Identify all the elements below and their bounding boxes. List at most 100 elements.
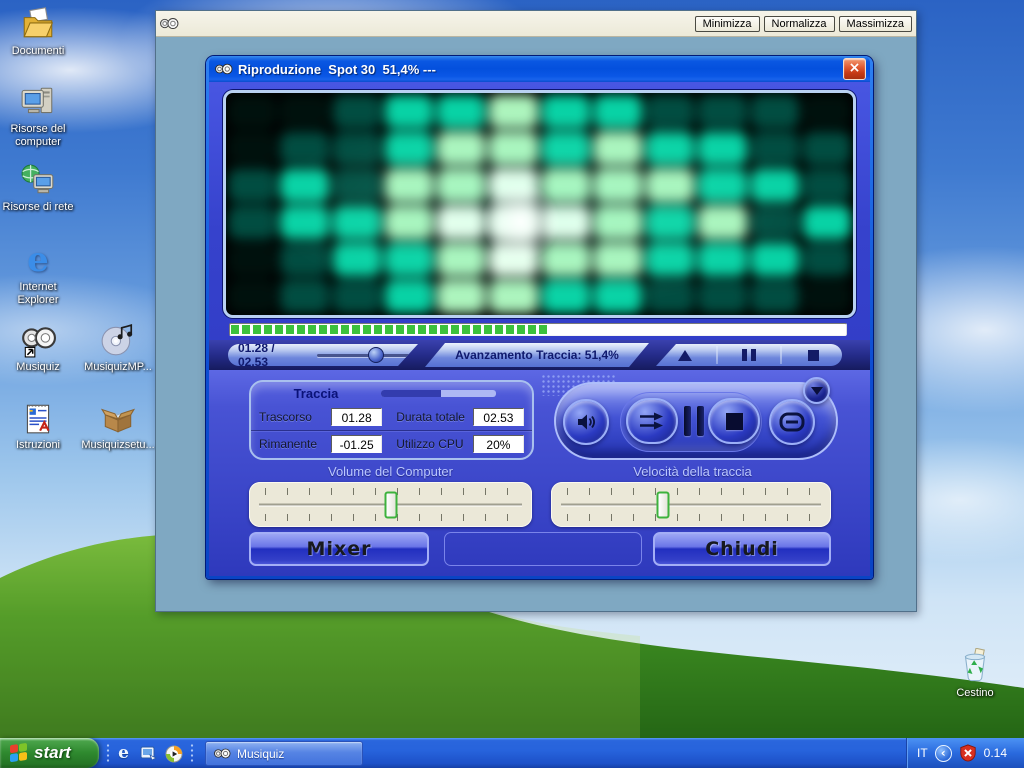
taskband-grip[interactable] [190, 743, 194, 763]
quicklaunch-wmp-button[interactable] [164, 744, 183, 763]
musiquiz-glasses-icon [160, 17, 179, 30]
advancement-pill: Avanzamento Traccia: 51,4% [425, 343, 649, 367]
desktop-icon-recycle-bin[interactable]: Cestino [937, 648, 1013, 700]
system-tray: IT ‹ 0.14 [906, 738, 1024, 768]
seek-slider-track[interactable] [317, 354, 420, 357]
taskbar: start e Musiquiz IT ‹ 0.14 [0, 738, 1024, 768]
volume-label: Volume del Computer [249, 464, 532, 479]
desktop-icon-istruzioni[interactable]: Istruzioni [0, 400, 76, 452]
stop-icon [726, 413, 743, 430]
speaker-icon [574, 410, 598, 434]
pause-button[interactable] [718, 346, 780, 364]
language-indicator[interactable]: IT [917, 746, 928, 760]
dialog-title: Riproduzione Spot 30 51,4% --- [238, 62, 843, 77]
my-computer-icon [20, 84, 56, 120]
pause-icon [742, 349, 756, 361]
volume-slider[interactable] [249, 482, 532, 527]
taskbar-clock: 0.14 [984, 746, 1007, 760]
quicklaunch-grip[interactable] [106, 743, 110, 763]
visualization-panel [223, 90, 856, 318]
volume-thumb[interactable] [384, 491, 397, 518]
installer-box-icon [100, 400, 136, 436]
pause-icon [684, 406, 691, 436]
restore-window-button[interactable]: Normalizza [764, 16, 835, 32]
desktop-icon-network[interactable]: Risorse di rete [0, 162, 76, 214]
desktop-icon-label: Internet Explorer [0, 281, 76, 307]
seek-slider-knob[interactable] [368, 347, 384, 363]
desktop-icon-musiquizsetup[interactable]: Musiquizsetu... [80, 400, 156, 452]
speed-label: Velocità della traccia [551, 464, 834, 479]
desktop-icon-label: Musiquiz [0, 361, 76, 374]
time-pill: 01.28 / 02.53 [226, 343, 420, 367]
cpu-usage-value: 20% [473, 435, 524, 453]
double-arrow-icon [638, 410, 666, 432]
musiquiz-glasses-icon [215, 63, 233, 75]
save-button[interactable] [769, 399, 815, 445]
pause-button-large[interactable] [682, 404, 706, 438]
transport-cluster [554, 382, 838, 460]
middle-blank-panel [444, 532, 642, 566]
desktop-icon-label: Documenti [0, 45, 76, 58]
musiquiz-glasses-icon [214, 748, 231, 759]
seek-row: 01.28 / 02.53 Avanzamento Traccia: 51,4% [209, 340, 870, 370]
desktop-icon-label: MusiquizMP... [80, 361, 156, 374]
stop-button[interactable] [782, 346, 844, 364]
total-duration-value: 02.53 [473, 408, 524, 426]
app-toolbar: Minimizza Normalizza Massimizza [156, 11, 916, 37]
riproduzione-dialog: Riproduzione Spot 30 51,4% --- × 01.28 /… [206, 56, 873, 579]
stop-icon [808, 350, 819, 361]
notepad-icon [20, 400, 56, 436]
start-button[interactable]: start [0, 738, 99, 768]
start-label: start [34, 743, 71, 763]
desktop-icon-documents[interactable]: Documenti [0, 6, 76, 58]
desktop-icon-musiquizmp[interactable]: MusiquizMP... [80, 322, 156, 374]
mini-progress-bar [381, 390, 496, 397]
close-button[interactable]: × [843, 58, 866, 80]
play-button[interactable] [654, 346, 716, 364]
lower-panel: Traccia Trascorso 01.28 Durata totale 02… [209, 370, 870, 576]
quicklaunch-desktop-button[interactable] [139, 744, 158, 763]
musiquiz-main-window: Minimizza Normalizza Massimizza Riproduz… [155, 10, 917, 612]
task-label: Musiquiz [237, 747, 284, 761]
hide-icons-chevron[interactable]: ‹ [935, 745, 952, 762]
stop-button-large[interactable] [708, 398, 760, 444]
internet-explorer-icon: e [118, 745, 129, 762]
speed-slider[interactable] [551, 482, 831, 527]
mini-progress-fill [381, 390, 441, 397]
windows-logo-icon [10, 743, 28, 764]
remaining-value: -01.25 [331, 435, 382, 453]
musiquiz-glasses-icon [20, 322, 56, 358]
chevron-down-icon [811, 387, 823, 395]
more-options-button[interactable] [803, 377, 830, 404]
remaining-label: Rimanente [259, 437, 325, 451]
track-info-panel: Traccia Trascorso 01.28 Durata totale 02… [249, 380, 534, 460]
desktop-icon-internet-explorer[interactable]: e Internet Explorer [0, 242, 76, 307]
speaker-button[interactable] [563, 399, 609, 445]
mixer-button[interactable]: Mixer [249, 532, 429, 566]
progress-fill [231, 325, 547, 334]
chiudi-button[interactable]: Chiudi [653, 532, 831, 566]
cd-music-icon [100, 322, 136, 358]
desktop-icon-musiquiz[interactable]: Musiquiz [0, 322, 76, 374]
desktop-icon-label: Musiquizsetu... [80, 439, 156, 452]
show-desktop-icon [140, 745, 157, 762]
quicklaunch-ie-button[interactable]: e [114, 744, 133, 763]
recycle-bin-icon [957, 648, 993, 684]
total-duration-label: Durata totale [396, 410, 467, 424]
elapsed-value: 01.28 [331, 408, 382, 426]
security-alert-icon[interactable] [959, 744, 977, 762]
desktop-icon-my-computer[interactable]: Risorse del computer [0, 84, 76, 149]
folder-documents-icon [20, 6, 56, 42]
maximize-window-button[interactable]: Massimizza [839, 16, 912, 32]
track-progress-bar [229, 323, 847, 336]
transport-pill [654, 343, 844, 367]
taskbar-task-musiquiz[interactable]: Musiquiz [205, 741, 363, 766]
elapsed-label: Trascorso [259, 410, 325, 424]
minimize-window-button[interactable]: Minimizza [695, 16, 760, 32]
fast-play-button[interactable] [626, 398, 678, 444]
desktop-icon-label: Istruzioni [0, 439, 76, 452]
save-icon [779, 412, 805, 432]
dialog-title-bar[interactable]: Riproduzione Spot 30 51,4% --- × [209, 56, 870, 82]
speed-thumb[interactable] [657, 491, 670, 518]
cpu-usage-label: Utilizzo CPU [396, 437, 467, 451]
